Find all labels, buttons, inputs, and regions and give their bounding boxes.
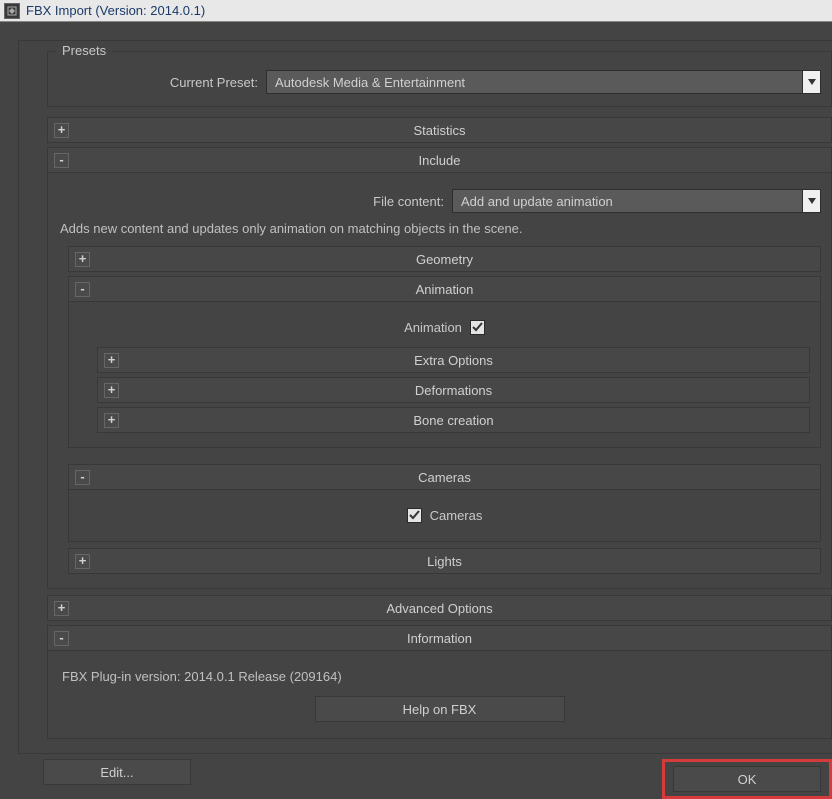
- sections: + Statistics - Include File content: Add…: [47, 117, 832, 739]
- bone-creation-header[interactable]: + Bone creation: [97, 407, 810, 433]
- chevron-down-icon: [802, 71, 820, 93]
- advanced-options-header[interactable]: + Advanced Options: [47, 595, 832, 621]
- chevron-down-icon: [802, 190, 820, 212]
- deformations-header[interactable]: + Deformations: [97, 377, 810, 403]
- file-content-row: File content: Add and update animation: [58, 189, 821, 213]
- current-preset-value: Autodesk Media & Entertainment: [275, 75, 465, 90]
- edit-button[interactable]: Edit...: [43, 759, 191, 785]
- plugin-version-text: FBX Plug-in version: 2014.0.1 Release (2…: [58, 661, 821, 696]
- lights-title: Lights: [427, 554, 462, 569]
- cameras-body: Cameras: [68, 490, 821, 542]
- expand-icon[interactable]: +: [75, 252, 90, 267]
- current-preset-label: Current Preset:: [58, 75, 258, 90]
- include-body: File content: Add and update animation A…: [47, 173, 832, 589]
- geometry-header[interactable]: + Geometry: [68, 246, 821, 272]
- cameras-checkbox[interactable]: [407, 508, 422, 523]
- expand-icon[interactable]: +: [104, 413, 119, 428]
- include-header[interactable]: - Include: [47, 147, 832, 173]
- statistics-title: Statistics: [413, 123, 465, 138]
- information-body: FBX Plug-in version: 2014.0.1 Release (2…: [47, 651, 832, 739]
- expand-icon[interactable]: +: [104, 383, 119, 398]
- include-title: Include: [419, 153, 461, 168]
- extra-options-title: Extra Options: [414, 353, 493, 368]
- current-preset-row: Current Preset: Autodesk Media & Enterta…: [58, 70, 821, 94]
- dialog-body: Presets Current Preset: Autodesk Media &…: [0, 22, 832, 754]
- presets-legend: Presets: [56, 43, 112, 58]
- animation-checkbox-label: Animation: [404, 320, 462, 335]
- cameras-title: Cameras: [418, 470, 471, 485]
- lights-header[interactable]: + Lights: [68, 548, 821, 574]
- cameras-checkbox-row: Cameras: [79, 500, 810, 531]
- animation-title: Animation: [416, 282, 474, 297]
- window-title: FBX Import (Version: 2014.0.1): [26, 3, 205, 18]
- content-panel: Presets Current Preset: Autodesk Media &…: [18, 40, 832, 754]
- collapse-icon[interactable]: -: [75, 470, 90, 485]
- titlebar: FBX Import (Version: 2014.0.1): [0, 0, 832, 22]
- collapse-icon[interactable]: -: [54, 631, 69, 646]
- information-header[interactable]: - Information: [47, 625, 832, 651]
- current-preset-dropdown[interactable]: Autodesk Media & Entertainment: [266, 70, 821, 94]
- expand-icon[interactable]: +: [104, 353, 119, 368]
- extra-options-header[interactable]: + Extra Options: [97, 347, 810, 373]
- ok-button[interactable]: OK: [673, 766, 821, 792]
- presets-group: Presets Current Preset: Autodesk Media &…: [47, 51, 832, 107]
- app-icon: [4, 3, 20, 19]
- include-description: Adds new content and updates only animat…: [60, 221, 821, 236]
- file-content-value: Add and update animation: [461, 194, 613, 209]
- file-content-dropdown[interactable]: Add and update animation: [452, 189, 821, 213]
- deformations-title: Deformations: [415, 383, 492, 398]
- expand-icon[interactable]: +: [54, 601, 69, 616]
- expand-icon[interactable]: +: [54, 123, 69, 138]
- collapse-icon[interactable]: -: [75, 282, 90, 297]
- statistics-header[interactable]: + Statistics: [47, 117, 832, 143]
- geometry-title: Geometry: [416, 252, 473, 267]
- animation-body: Animation + Extra Options: [68, 302, 821, 448]
- cameras-checkbox-label: Cameras: [430, 508, 483, 523]
- bone-creation-title: Bone creation: [413, 413, 493, 428]
- collapse-icon[interactable]: -: [54, 153, 69, 168]
- file-content-label: File content:: [58, 194, 444, 209]
- expand-icon[interactable]: +: [75, 554, 90, 569]
- animation-checkbox-row: Animation: [79, 312, 810, 343]
- advanced-options-title: Advanced Options: [386, 601, 492, 616]
- information-title: Information: [407, 631, 472, 646]
- ok-highlight: OK: [662, 759, 832, 799]
- animation-checkbox[interactable]: [470, 320, 485, 335]
- cameras-header[interactable]: - Cameras: [68, 464, 821, 490]
- help-on-fbx-button[interactable]: Help on FBX: [315, 696, 565, 722]
- animation-header[interactable]: - Animation: [68, 276, 821, 302]
- bottom-bar: Edit... OK: [19, 745, 832, 799]
